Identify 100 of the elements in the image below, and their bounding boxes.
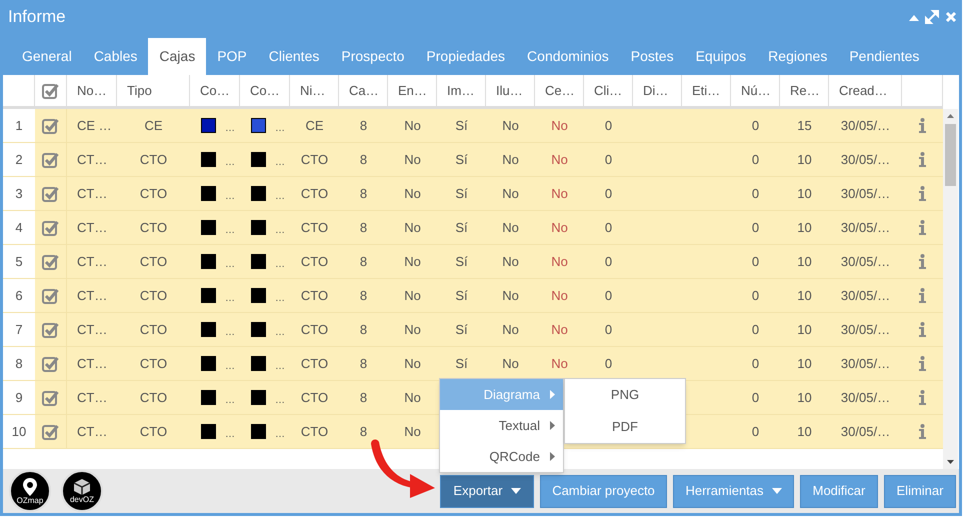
row-checkbox[interactable] bbox=[42, 356, 59, 372]
table-cell-text: Sí bbox=[455, 252, 468, 271]
table-row[interactable]: 7 CT… CTO … … CTO 8 No Sí No No 0 0 10 30/05/… bbox=[3, 313, 943, 347]
table-cell-text: 8 bbox=[360, 150, 368, 169]
submenu-arrow-icon bbox=[550, 452, 555, 461]
row-checkbox[interactable] bbox=[42, 254, 59, 270]
row-checkbox[interactable] bbox=[42, 424, 59, 440]
table-cell-text: No bbox=[551, 150, 568, 169]
table-cell-text: 30/05/… bbox=[840, 354, 890, 373]
table-cell-text: CTO bbox=[300, 422, 328, 441]
table-cell-text: Sí bbox=[455, 286, 468, 305]
table-cell-text: 30/05/… bbox=[840, 150, 890, 169]
table-cell-text: 0 bbox=[604, 320, 612, 339]
scrollbar[interactable] bbox=[943, 109, 958, 469]
info-icon[interactable] bbox=[919, 152, 926, 167]
column-header[interactable]: En… bbox=[398, 80, 427, 100]
column-header[interactable]: Cli… bbox=[594, 80, 622, 100]
column-header[interactable]: Nú… bbox=[741, 80, 771, 100]
column-header[interactable]: Ilu… bbox=[496, 80, 523, 100]
info-icon[interactable] bbox=[919, 186, 926, 201]
table-row[interactable]: 3 CT… CTO … … CTO 8 No Sí No No 0 0 10 30/05/… bbox=[3, 177, 943, 211]
info-icon[interactable] bbox=[919, 288, 926, 303]
table-cell-text: 0 bbox=[752, 150, 760, 169]
table-cell-text: No bbox=[502, 252, 519, 271]
scroll-up-icon[interactable] bbox=[947, 114, 954, 118]
menu-item[interactable]: PDF bbox=[565, 411, 685, 443]
table-cell-text: CTO bbox=[300, 354, 328, 373]
row-checkbox[interactable] bbox=[42, 118, 59, 134]
table-cell-text: 0 bbox=[604, 218, 612, 237]
tab[interactable]: Cajas bbox=[148, 38, 206, 75]
info-icon[interactable] bbox=[919, 390, 926, 405]
scrollbar-thumb[interactable] bbox=[945, 124, 956, 186]
table-cell-text: 8 bbox=[360, 320, 368, 339]
column-header[interactable]: Di… bbox=[643, 80, 668, 100]
table-cell-text: 0 bbox=[604, 150, 612, 169]
column-header[interactable]: Ni… bbox=[300, 80, 326, 100]
column-header[interactable]: Cread… bbox=[839, 80, 888, 100]
table-cell-text: CTO bbox=[140, 252, 168, 271]
table-cell-text: CTO bbox=[140, 218, 168, 237]
column-header[interactable]: Im… bbox=[447, 80, 474, 100]
table-row[interactable]: 1 CE … CE … … CE 8 No Sí No No 0 0 15 30/05/… bbox=[3, 109, 943, 143]
table-row[interactable]: 5 CT… CTO … … CTO 8 No Sí No No 0 0 10 30/05/… bbox=[3, 245, 943, 279]
table-cell-text: No bbox=[502, 354, 519, 373]
table-cell-text: CT… bbox=[77, 354, 108, 373]
column-header[interactable]: Ca… bbox=[349, 80, 379, 100]
table-row[interactable]: 6 CT… CTO … … CTO 8 No Sí No No 0 0 10 30/05/… bbox=[3, 279, 943, 313]
column-header[interactable]: Co… bbox=[250, 80, 280, 100]
menu-item[interactable]: Textual bbox=[440, 410, 563, 441]
scroll-down-icon[interactable] bbox=[947, 460, 954, 464]
row-checkbox[interactable] bbox=[42, 390, 59, 406]
table-cell-text: 10 bbox=[797, 150, 812, 169]
collapse-icon[interactable] bbox=[909, 14, 919, 20]
table-cell-text: No bbox=[551, 218, 568, 237]
column-header[interactable]: Re… bbox=[790, 80, 820, 100]
column-header[interactable]: No… bbox=[77, 80, 107, 100]
row-checkbox[interactable] bbox=[42, 152, 59, 168]
info-icon[interactable] bbox=[919, 254, 926, 269]
info-icon[interactable] bbox=[919, 118, 926, 133]
button[interactable]: Exportar bbox=[440, 474, 534, 508]
menu-item[interactable]: QRCode bbox=[440, 441, 563, 472]
close-icon[interactable] bbox=[945, 11, 957, 23]
table-cell-text: 30/05/… bbox=[840, 320, 890, 339]
table-cell-text: CE … bbox=[77, 116, 112, 135]
table-row[interactable]: 4 CT… CTO … … CTO 8 No Sí No No 0 0 10 30/05/… bbox=[3, 211, 943, 245]
table-cell-text: No bbox=[502, 286, 519, 305]
column-header[interactable]: Tipo bbox=[127, 80, 152, 100]
row-checkbox[interactable] bbox=[42, 288, 59, 304]
table-cell-text: 15 bbox=[797, 116, 812, 135]
table-cell-text: No bbox=[404, 320, 421, 339]
info-icon[interactable] bbox=[919, 220, 926, 235]
table-row[interactable]: 2 CT… CTO … … CTO 8 No Sí No No 0 0 10 30/05/… bbox=[3, 143, 943, 177]
menu-item[interactable]: PNG bbox=[565, 379, 685, 411]
column-header[interactable]: Ce… bbox=[545, 80, 575, 100]
table-cell-text: CTO bbox=[300, 286, 328, 305]
table-cell-text: … bbox=[225, 292, 235, 306]
app-logo: devOZ bbox=[61, 470, 103, 512]
table-cell-text: No bbox=[502, 116, 519, 135]
row-checkbox[interactable] bbox=[42, 322, 59, 338]
table-cell-text: CTO bbox=[140, 422, 168, 441]
info-icon[interactable] bbox=[919, 424, 926, 439]
column-header[interactable]: Co… bbox=[200, 80, 230, 100]
info-icon[interactable] bbox=[919, 322, 926, 337]
row-number: 1 bbox=[3, 109, 35, 142]
maximize-icon[interactable] bbox=[925, 10, 939, 24]
table-cell-text: 30/05/… bbox=[840, 388, 890, 407]
row-checkbox[interactable] bbox=[42, 186, 59, 202]
table-row[interactable]: 8 CT… CTO … … CTO 8 No Sí No No 0 0 10 30/05/… bbox=[3, 347, 943, 381]
table-cell-text: 30/05/… bbox=[840, 422, 890, 441]
info-icon[interactable] bbox=[919, 356, 926, 371]
table-cell-text: No bbox=[551, 184, 568, 203]
table-cell-text: 10 bbox=[797, 354, 812, 373]
table-cell-text: 8 bbox=[360, 422, 368, 441]
submenu-arrow-icon bbox=[550, 421, 555, 430]
table-cell-text: 8 bbox=[360, 218, 368, 237]
table-cell-text: … bbox=[275, 258, 285, 272]
row-checkbox[interactable] bbox=[42, 220, 59, 236]
select-all-checkbox[interactable] bbox=[42, 82, 59, 98]
column-header[interactable]: Eti… bbox=[692, 80, 720, 100]
table-cell-text: … bbox=[225, 156, 235, 170]
table-cell-text: … bbox=[225, 258, 235, 272]
